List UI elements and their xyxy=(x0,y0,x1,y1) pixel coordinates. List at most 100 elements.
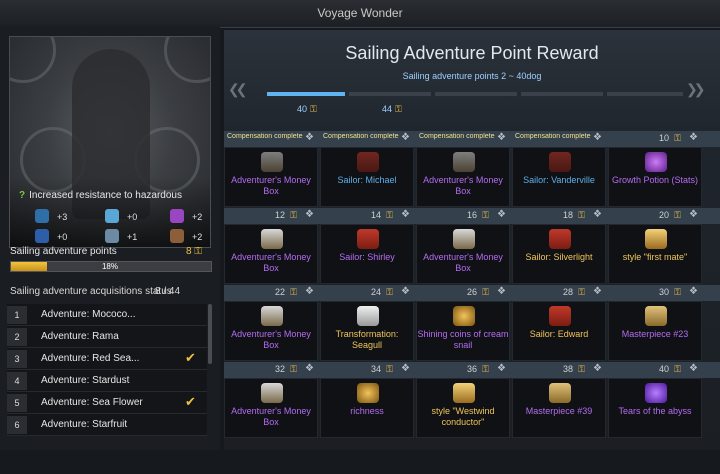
adventure-name: Adventure: Mococo... xyxy=(41,309,136,320)
adventure-list-item[interactable]: 4 Adventure: Stardust xyxy=(7,370,207,392)
check-icon: ✔ xyxy=(185,394,196,409)
rank-chevron-icon: ❖ xyxy=(305,286,314,297)
reward-slot[interactable]: 36 ⚿ ❖ style "Westwind conductor" xyxy=(416,363,510,438)
rank-chevron-icon: ❖ xyxy=(305,132,314,143)
rank-chevron-icon: ❖ xyxy=(401,286,410,297)
sailor-card-icon xyxy=(357,229,379,249)
compensation-status: Compensation complete xyxy=(227,133,303,140)
sailor-card-icon xyxy=(549,152,571,172)
adventure-list-item[interactable]: 1 Adventure: Mococo... xyxy=(7,304,207,326)
page-indicator[interactable] xyxy=(267,92,345,96)
rank-chevron-icon: ❖ xyxy=(305,363,314,374)
reward-label: Sailor: Michael xyxy=(337,175,397,185)
reward-slot[interactable]: 14 ⚿ ❖ Sailor: Shirley xyxy=(320,209,414,284)
reward-slot[interactable]: 12 ⚿ ❖ Adventurer's Money Box xyxy=(224,209,318,284)
stat-storm[interactable]: +1 xyxy=(105,229,137,243)
adventure-list-item[interactable]: 5 Adventure: Sea Flower ✔ xyxy=(7,392,207,414)
rank-chevron-icon: ❖ xyxy=(593,209,602,220)
reward-slot[interactable]: 22 ⚿ ❖ Adventurer's Money Box xyxy=(224,286,318,361)
points-label: Sailing adventure points xyxy=(10,246,117,257)
reward-slot[interactable]: 24 ⚿ ❖ Transformation: Seagull xyxy=(320,286,414,361)
reward-slot[interactable]: 38 ⚿ ❖ Masterpiece #39 xyxy=(512,363,606,438)
key-icon: ⚿ xyxy=(482,364,489,374)
tentacle-icon xyxy=(170,209,184,223)
rank-chevron-icon: ❖ xyxy=(689,363,698,374)
stat-spray[interactable]: +0 xyxy=(105,209,137,223)
reward-slot[interactable]: Compensation complete ❖ Adventurer's Money… xyxy=(224,132,318,207)
key-icon: ⚿ xyxy=(290,210,297,220)
reward-slot[interactable]: 32 ⚿ ❖ Adventurer's Money Box xyxy=(224,363,318,438)
money-box-icon xyxy=(261,306,283,326)
stat-tentacle[interactable]: +2 xyxy=(170,209,202,223)
rank-chevron-icon: ❖ xyxy=(497,363,506,374)
page-indicator[interactable] xyxy=(607,92,683,96)
adventure-number: 1 xyxy=(7,306,27,324)
rank-chevron-icon: ❖ xyxy=(401,132,410,143)
key-icon: ⚿ xyxy=(674,133,681,143)
scroll-icon xyxy=(453,383,475,403)
key-icon: ⚿ xyxy=(674,287,681,297)
coin-icon xyxy=(453,306,475,326)
key-icon: ⚿ xyxy=(674,210,681,220)
money-box-icon xyxy=(453,229,475,249)
reward-slot[interactable]: 30 ⚿ ❖ Masterpiece #23 xyxy=(608,286,702,361)
reward-level: 32 xyxy=(274,364,285,374)
frame-ornament-icon xyxy=(164,37,210,83)
reward-slot[interactable]: 40 ⚿ ❖ Tears of the abyss xyxy=(608,363,702,438)
stat-wave[interactable]: +3 xyxy=(35,209,67,223)
acquisitions-label: Sailing adventure acquisitions status xyxy=(10,286,172,297)
resistance-text: ? Increased resistance to hazardous xyxy=(19,190,182,201)
reward-slot[interactable]: Compensation complete ❖ Sailor: Vandervill… xyxy=(512,132,606,207)
adventure-name: Adventure: Rama xyxy=(41,331,119,342)
list-scrollbar[interactable] xyxy=(208,304,212,364)
reward-level: 12 xyxy=(274,210,285,220)
coin-icon xyxy=(357,383,379,403)
reward-label: Sailor: Silverlight xyxy=(525,252,593,262)
rank-chevron-icon: ❖ xyxy=(305,209,314,220)
prev-page-icon[interactable]: ❮❮ xyxy=(228,81,248,98)
reward-slot[interactable]: 28 ⚿ ❖ Sailor: Edward xyxy=(512,286,606,361)
adventure-list-item[interactable]: 2 Adventure: Rama xyxy=(7,326,207,348)
stat-mast[interactable]: +2 xyxy=(170,229,202,243)
reward-label: Masterpiece #23 xyxy=(621,329,689,339)
ship-figurehead-portrait: ? Increased resistance to hazardous +3 +0… xyxy=(9,36,211,248)
page-indicator[interactable] xyxy=(349,92,431,96)
key-icon: ⚿ xyxy=(395,104,402,114)
key-icon: ⚿ xyxy=(674,364,681,374)
reward-level: 20 xyxy=(658,210,669,220)
reward-label: Transformation: Seagull xyxy=(335,329,399,350)
reward-label: Masterpiece #39 xyxy=(525,406,593,416)
reward-slot[interactable]: 10 ⚿ ❖ Growth Potion (Stats) xyxy=(608,132,702,207)
reward-label: Sailor: Edward xyxy=(529,329,589,339)
page-indicator[interactable] xyxy=(435,92,517,96)
reward-slot[interactable]: 26 ⚿ ❖ Shining coins of cream snail xyxy=(416,286,510,361)
reward-label: Adventurer's Money Box xyxy=(423,252,503,273)
reward-slot[interactable]: Compensation complete ❖ Adventurer's Money… xyxy=(416,132,510,207)
character-panel: ? Increased resistance to hazardous +3 +0… xyxy=(0,27,220,450)
adventure-number: 2 xyxy=(7,328,27,346)
reward-slot[interactable]: 20 ⚿ ❖ style "first mate" xyxy=(608,209,702,284)
milestone-label: 44 ⚿ xyxy=(382,104,402,114)
reward-slot[interactable]: 16 ⚿ ❖ Adventurer's Money Box xyxy=(416,209,510,284)
key-icon: ⚿ xyxy=(386,287,393,297)
sailor-card-icon xyxy=(357,152,379,172)
rank-chevron-icon: ❖ xyxy=(593,363,602,374)
reward-level: 30 xyxy=(658,287,669,297)
stat-whirlpool[interactable]: +0 xyxy=(35,229,67,243)
reward-label: style "Westwind conductor" xyxy=(431,406,495,427)
adventure-name: Adventure: Stardust xyxy=(41,375,130,386)
adventure-list-item[interactable]: 3 Adventure: Red Sea... ✔ xyxy=(7,348,207,370)
adventure-list-item[interactable]: 6 Adventure: Starfruit xyxy=(7,414,207,436)
reward-slot[interactable]: 18 ⚿ ❖ Sailor: Silverlight xyxy=(512,209,606,284)
compensation-status: Compensation complete xyxy=(419,133,495,140)
reward-slot[interactable]: Compensation complete ❖ Sailor: Michael xyxy=(320,132,414,207)
reward-level: 38 xyxy=(562,364,573,374)
reward-slot[interactable]: 34 ⚿ ❖ richness xyxy=(320,363,414,438)
page-indicator[interactable] xyxy=(521,92,603,96)
reward-label: Adventurer's Money Box xyxy=(423,175,503,196)
reward-label: Adventurer's Money Box xyxy=(231,252,311,273)
acquisitions-count: 8 / 44 xyxy=(155,286,181,297)
next-page-icon[interactable]: ❯❯ xyxy=(686,81,706,98)
key-icon: ⚿ xyxy=(578,364,585,374)
adventure-number: 6 xyxy=(7,416,27,434)
